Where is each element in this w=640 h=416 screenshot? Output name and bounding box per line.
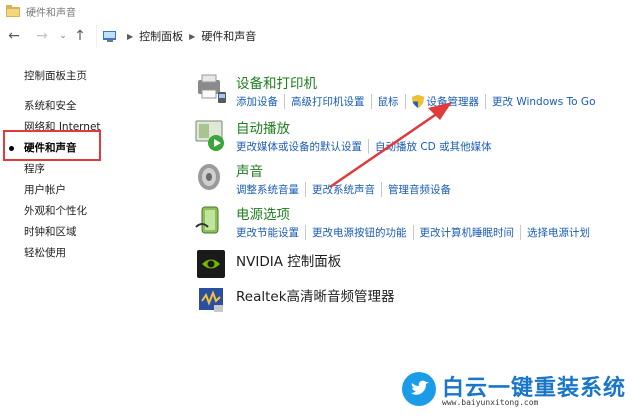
link-change-default-media-settings[interactable]: 更改媒体或设备的默认设置 bbox=[236, 139, 368, 154]
watermark: 白云一键重装系统 www.baiyunxitong.com bbox=[394, 368, 640, 416]
breadcrumb-separator-icon: ▶ bbox=[189, 31, 196, 41]
category-title-realtek[interactable]: Realtek高清晰音频管理器 bbox=[236, 285, 395, 305]
category-links: 更改媒体或设备的默认设置 自动播放 CD 或其他媒体 bbox=[236, 139, 498, 154]
category-links: 调整系统音量 更改系统声音 管理音频设备 bbox=[236, 182, 457, 197]
twitter-bird-logo-icon bbox=[402, 372, 436, 406]
category-title-sound[interactable]: 声音 bbox=[236, 160, 263, 180]
nav-user-accounts[interactable]: 用户帐户 bbox=[24, 182, 66, 197]
breadcrumb-control-panel[interactable]: 控制面板 bbox=[139, 28, 183, 44]
nav-clock-region[interactable]: 时钟和区域 bbox=[24, 224, 77, 239]
link-adjust-volume[interactable]: 调整系统音量 bbox=[236, 182, 305, 197]
link-change-system-sounds[interactable]: 更改系统声音 bbox=[305, 182, 381, 197]
breadcrumb-separator-icon: ▶ bbox=[127, 31, 134, 41]
nav-control-panel-home[interactable]: 控制面板主页 bbox=[24, 68, 87, 83]
link-advanced-printer-setup[interactable]: 高级打印机设置 bbox=[284, 94, 371, 109]
link-change-power-saving[interactable]: 更改节能设置 bbox=[236, 225, 305, 240]
devices-printers-icon bbox=[194, 72, 228, 106]
nav-ease-of-access[interactable]: 轻松使用 bbox=[24, 245, 66, 260]
watermark-url: www.baiyunxitong.com bbox=[442, 398, 539, 407]
sound-icon bbox=[194, 160, 228, 194]
up-arrow-icon[interactable]: ↑ bbox=[70, 26, 90, 46]
nav-appearance[interactable]: 外观和个性化 bbox=[24, 203, 87, 218]
navigation-bar: ← → ⌄ ↑ ▶ 控制面板 ▶ 硬件和声音 bbox=[0, 22, 640, 50]
breadcrumb-hardware-sound[interactable]: 硬件和声音 bbox=[201, 28, 256, 44]
window-title: 硬件和声音 bbox=[26, 7, 76, 19]
recent-locations-chevron-icon[interactable]: ⌄ bbox=[56, 26, 70, 46]
link-change-power-button[interactable]: 更改电源按钮的功能 bbox=[305, 225, 413, 240]
category-links: 添加设备 高级打印机设置 鼠标 设备管理器 更改 Windows To Go bbox=[236, 94, 602, 109]
category-title-power-options[interactable]: 电源选项 bbox=[236, 203, 290, 223]
back-arrow-icon[interactable]: ← bbox=[4, 26, 24, 46]
category-title-autoplay[interactable]: 自动播放 bbox=[236, 117, 290, 137]
power-options-icon bbox=[194, 203, 228, 237]
autoplay-icon bbox=[194, 117, 228, 151]
annotation-arrow-icon bbox=[329, 102, 452, 189]
address-bar[interactable]: ▶ 控制面板 ▶ 硬件和声音 bbox=[96, 25, 640, 47]
link-mouse[interactable]: 鼠标 bbox=[370, 94, 405, 109]
category-links: 更改节能设置 更改电源按钮的功能 更改计算机睡眠时间 选择电源计划 bbox=[236, 225, 596, 240]
nav-system-security[interactable]: 系统和安全 bbox=[24, 98, 77, 113]
nvidia-icon bbox=[194, 247, 228, 281]
link-device-manager[interactable]: 设备管理器 bbox=[427, 94, 480, 109]
annotation-highlight-box bbox=[3, 130, 101, 161]
uac-shield-icon bbox=[411, 95, 424, 108]
category-title-devices-printers[interactable]: 设备和打印机 bbox=[236, 72, 317, 92]
forward-arrow-icon[interactable]: → bbox=[32, 26, 52, 46]
title-bar: 硬件和声音 bbox=[0, 0, 640, 22]
link-choose-power-plan[interactable]: 选择电源计划 bbox=[520, 225, 596, 240]
nav-programs[interactable]: 程序 bbox=[24, 161, 45, 176]
link-change-sleep-time[interactable]: 更改计算机睡眠时间 bbox=[412, 225, 521, 240]
realtek-icon bbox=[194, 283, 228, 317]
link-autoplay-cd[interactable]: 自动播放 CD 或其他媒体 bbox=[368, 139, 498, 154]
folder-icon bbox=[6, 5, 20, 17]
control-panel-icon bbox=[103, 30, 117, 42]
category-title-nvidia[interactable]: NVIDIA 控制面板 bbox=[236, 250, 341, 270]
link-device-manager-wrap[interactable]: 设备管理器 bbox=[404, 94, 486, 109]
link-manage-audio-devices[interactable]: 管理音频设备 bbox=[381, 182, 457, 197]
link-add-device[interactable]: 添加设备 bbox=[236, 94, 284, 109]
link-change-windows-to-go[interactable]: 更改 Windows To Go bbox=[485, 94, 602, 109]
